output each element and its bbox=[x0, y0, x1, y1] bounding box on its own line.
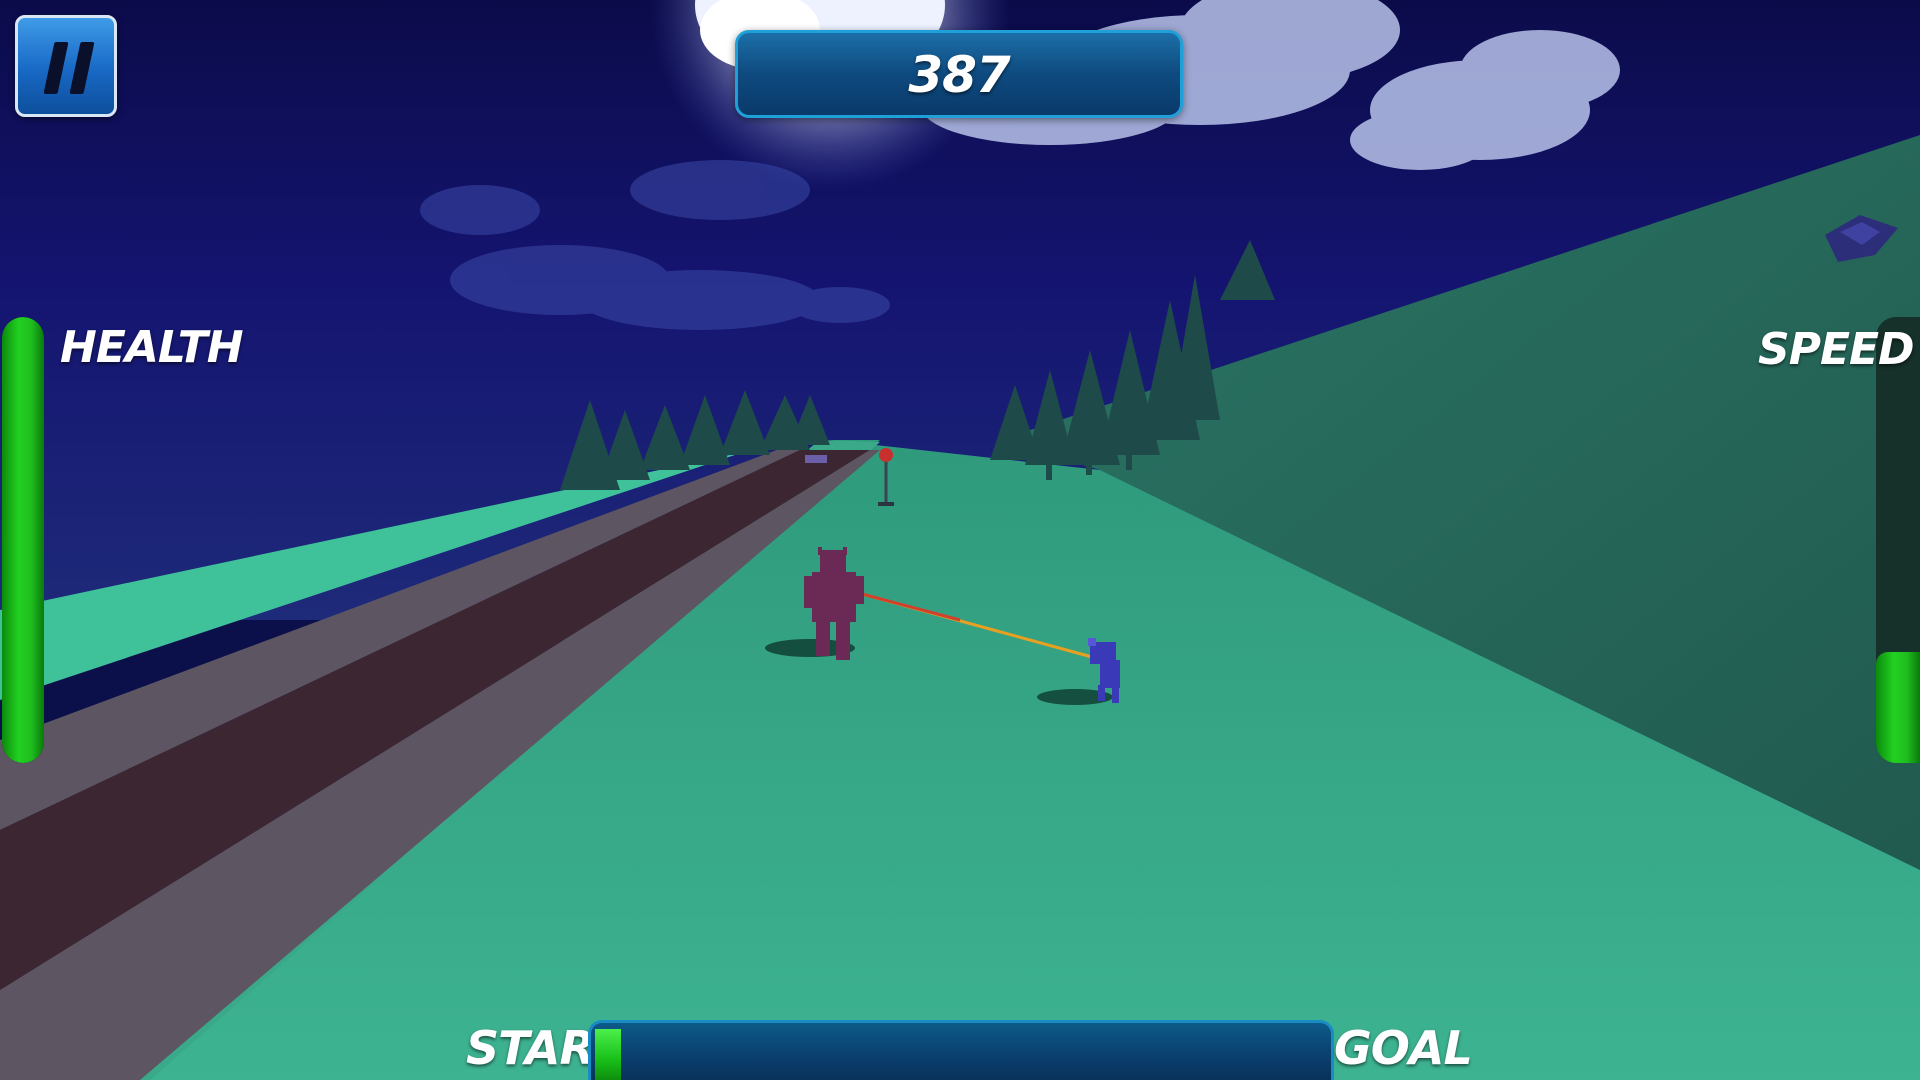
score-panel: 387 bbox=[735, 30, 1183, 118]
distant-block bbox=[805, 455, 827, 463]
health-bar-fill bbox=[2, 317, 44, 763]
pause-button[interactable] bbox=[15, 15, 117, 117]
speed-bar-fill bbox=[1876, 651, 1920, 763]
progress-bar-fill bbox=[595, 1029, 621, 1080]
score-value: 387 bbox=[908, 46, 1010, 104]
game-scene bbox=[0, 0, 1920, 1080]
progress-bar bbox=[588, 1020, 1334, 1080]
health-label: HEALTH bbox=[60, 322, 244, 373]
speed-label: SPEED bbox=[1758, 324, 1915, 375]
goal-label: GOAL bbox=[1334, 1021, 1473, 1075]
health-bar bbox=[2, 317, 44, 763]
game-viewport[interactable]: 387 HEALTH SPEED START GOAL bbox=[0, 0, 1920, 1080]
speed-bar bbox=[1876, 317, 1920, 763]
